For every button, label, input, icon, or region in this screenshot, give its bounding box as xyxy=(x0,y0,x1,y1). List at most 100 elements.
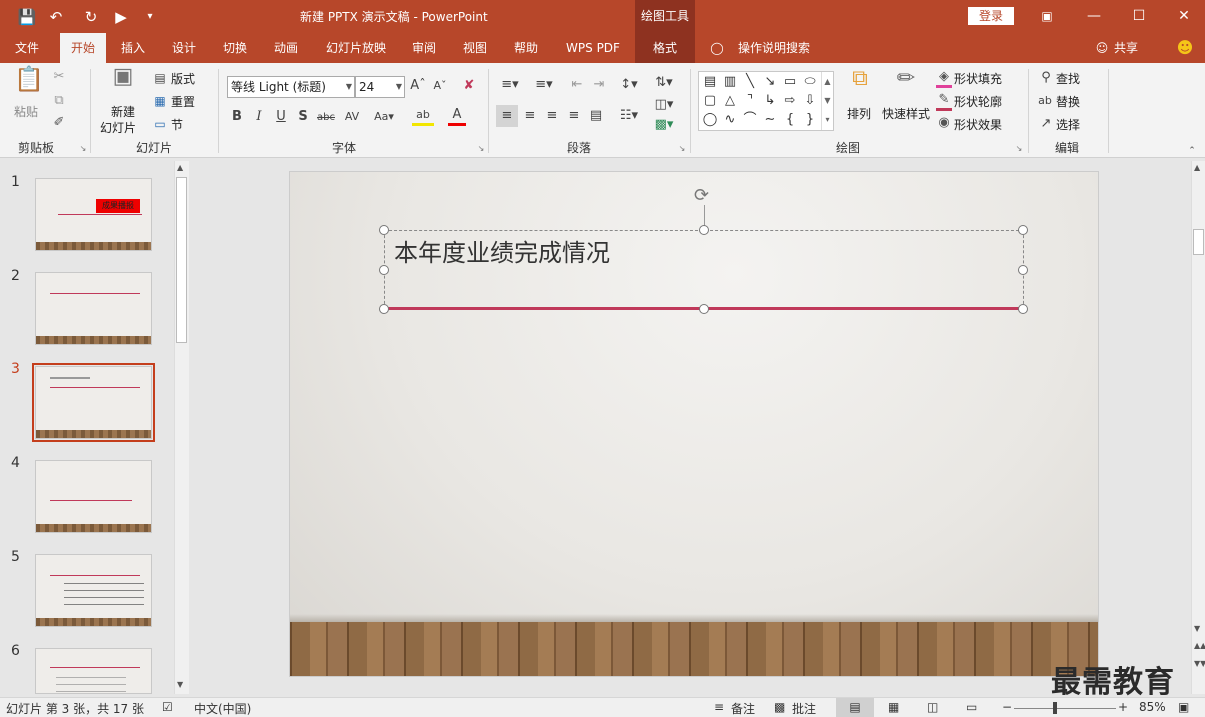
right-arrow-shape-icon[interactable]: ⇨ xyxy=(781,92,799,110)
scribble-shape-icon[interactable]: ∿ xyxy=(721,111,739,129)
zoom-slider-track[interactable] xyxy=(1014,708,1116,709)
scroll-up-icon[interactable]: ▲ xyxy=(177,163,183,172)
decrease-font-icon[interactable]: Aˇ xyxy=(432,78,448,94)
tab-slideshow[interactable]: 幻灯片放映 xyxy=(320,33,392,63)
shape-fill-icon[interactable]: ◈ xyxy=(936,69,952,88)
new-slide-label-2[interactable]: 幻灯片 xyxy=(100,119,136,136)
comments-icon[interactable]: ▩ xyxy=(774,700,785,714)
font-size-select[interactable]: 24 ▼ xyxy=(355,76,405,98)
fit-to-window-icon[interactable]: ▣ xyxy=(1178,700,1189,714)
rotate-handle-icon[interactable]: ⟳ xyxy=(694,185,709,206)
numbering-icon[interactable]: ≡▾ xyxy=(532,77,556,93)
character-spacing-icon[interactable]: AV xyxy=(340,109,364,125)
zoom-in-icon[interactable]: + xyxy=(1118,700,1128,714)
zoom-level[interactable]: 85% xyxy=(1139,700,1166,714)
vertical-textbox-shape-icon[interactable]: ▥ xyxy=(721,73,739,91)
down-arrow-shape-icon[interactable]: ⇩ xyxy=(801,92,819,110)
close-icon[interactable]: ✕ xyxy=(1172,5,1196,27)
tab-design[interactable]: 设计 xyxy=(163,33,205,63)
resize-handle[interactable] xyxy=(699,225,709,235)
distributed-icon[interactable]: ▤ xyxy=(587,108,605,124)
comments-button[interactable]: 批注 xyxy=(792,700,816,717)
freeform-shape-icon[interactable]: ◯ xyxy=(701,111,719,129)
next-slide-icon[interactable]: ▼▼ xyxy=(1194,659,1205,668)
elbow-arrow-shape-icon[interactable]: ↳ xyxy=(761,92,779,110)
spellcheck-icon[interactable]: ☑ xyxy=(162,700,173,714)
slide-scrollbar[interactable]: ▲ ▼ ▲▲ ▼▼ xyxy=(1191,161,1205,694)
drawing-launcher-icon[interactable]: ↘ xyxy=(1014,141,1024,157)
highlight-color-icon[interactable]: ab xyxy=(412,107,434,126)
line-spacing-icon[interactable]: ↕▾ xyxy=(616,77,642,93)
tab-file[interactable]: 文件 xyxy=(4,33,50,63)
format-painter-icon[interactable]: ✐ xyxy=(50,115,68,131)
slide-sorter-icon[interactable]: ▦ xyxy=(888,700,899,714)
slide-thumbnail-6[interactable] xyxy=(35,648,152,694)
section-icon[interactable]: ▭ xyxy=(152,116,168,132)
thumbnail-scrollbar[interactable]: ▲ ▼ xyxy=(174,161,189,694)
change-case-icon[interactable]: Aa▾ xyxy=(370,109,398,125)
font-name-select[interactable]: 等线 Light (标题) ▼ xyxy=(227,76,355,98)
normal-view-icon[interactable]: ▤ xyxy=(836,698,874,717)
tab-home[interactable]: 开始 xyxy=(60,33,106,63)
triangle-shape-icon[interactable]: △ xyxy=(721,92,739,110)
login-button[interactable]: 登录 xyxy=(968,7,1014,25)
shape-outline-icon[interactable]: ✎ xyxy=(936,92,952,111)
resize-handle[interactable] xyxy=(379,265,389,275)
notes-button[interactable]: 备注 xyxy=(731,700,755,717)
scrollbar-thumb[interactable] xyxy=(176,177,187,343)
tab-transitions[interactable]: 切换 xyxy=(214,33,256,63)
right-brace-shape-icon[interactable]: } xyxy=(801,111,819,129)
resize-handle[interactable] xyxy=(699,304,709,314)
arc-shape-icon[interactable]: ⌒ xyxy=(741,111,759,129)
slide-thumbnail-2[interactable] xyxy=(35,272,152,345)
scroll-down-icon[interactable]: ▼ xyxy=(177,680,183,689)
shape-outline-button[interactable]: 形状轮廓 xyxy=(954,93,1002,110)
slide-thumbnail-3[interactable] xyxy=(35,366,152,439)
rounded-rect-shape-icon[interactable]: ▢ xyxy=(701,92,719,110)
new-slide-icon[interactable]: ▣ xyxy=(108,66,138,99)
slideshow-icon[interactable]: ▭ xyxy=(966,700,977,714)
curve-shape-icon[interactable]: ∼ xyxy=(761,111,779,129)
textbox-shape-icon[interactable]: ▤ xyxy=(701,73,719,91)
cut-icon[interactable]: ✂ xyxy=(50,69,68,85)
select-button[interactable]: 选择 xyxy=(1056,116,1080,133)
tell-me-search[interactable]: 操作说明搜索 xyxy=(734,33,814,63)
previous-slide-icon[interactable]: ▲▲ xyxy=(1194,641,1205,650)
shape-effects-icon[interactable]: ◉ xyxy=(936,115,952,131)
rectangle-shape-icon[interactable]: ▭ xyxy=(781,73,799,91)
tab-insert[interactable]: 插入 xyxy=(112,33,154,63)
reset-button[interactable]: 重置 xyxy=(171,93,195,110)
tab-help[interactable]: 帮助 xyxy=(505,33,547,63)
scrollbar-thumb[interactable] xyxy=(1193,229,1204,255)
tab-animations[interactable]: 动画 xyxy=(265,33,307,63)
resize-handle[interactable] xyxy=(1018,225,1028,235)
font-color-icon[interactable]: A xyxy=(448,107,466,126)
align-left-icon[interactable]: ≡ xyxy=(496,105,518,127)
shadow-icon[interactable]: S xyxy=(296,109,310,125)
reset-icon[interactable]: ▦ xyxy=(152,93,168,109)
paragraph-launcher-icon[interactable]: ↘ xyxy=(677,141,687,157)
bullets-icon[interactable]: ≡▾ xyxy=(498,77,522,93)
arrange-button[interactable]: 排列 xyxy=(847,105,871,122)
notes-icon[interactable]: ≡ xyxy=(714,700,724,714)
tab-review[interactable]: 审阅 xyxy=(403,33,445,63)
shape-fill-button[interactable]: 形状填充 xyxy=(954,70,1002,87)
columns-icon[interactable]: ☷▾ xyxy=(616,108,642,124)
slide-title[interactable]: 本年度业绩完成情况 xyxy=(394,233,610,268)
redo-icon[interactable]: ↻ xyxy=(81,7,101,27)
collapse-ribbon-icon[interactable]: ⌃ xyxy=(1186,143,1198,159)
oval-shape-icon[interactable]: ⬭ xyxy=(801,73,819,91)
copy-icon[interactable]: ⧉ xyxy=(50,93,68,109)
clear-formatting-icon[interactable]: ✘ xyxy=(460,78,478,94)
increase-indent-icon[interactable]: ⇥ xyxy=(590,77,608,93)
layout-button[interactable]: 版式 xyxy=(171,70,195,87)
slide-thumbnail-5[interactable] xyxy=(35,554,152,627)
justify-icon[interactable]: ≡ xyxy=(565,108,583,124)
italic-icon[interactable]: I xyxy=(252,109,266,125)
undo-icon[interactable]: ↶ xyxy=(46,7,66,27)
shapes-gallery[interactable]: ▤ ▥ ╲ ↘ ▭ ⬭ ▢ △ ⌝ ↳ ⇨ ⇩ ◯ ∿ ⌒ ∼ { } ▲ ▼ ▾ xyxy=(698,71,834,131)
slide-thumbnail-1[interactable]: 成果播报 xyxy=(35,178,152,251)
gallery-scroll[interactable]: ▲ ▼ ▾ xyxy=(821,72,833,130)
new-slide-label[interactable]: 新建 xyxy=(111,103,135,120)
customize-toolbar-icon[interactable]: ▾ xyxy=(140,7,160,27)
